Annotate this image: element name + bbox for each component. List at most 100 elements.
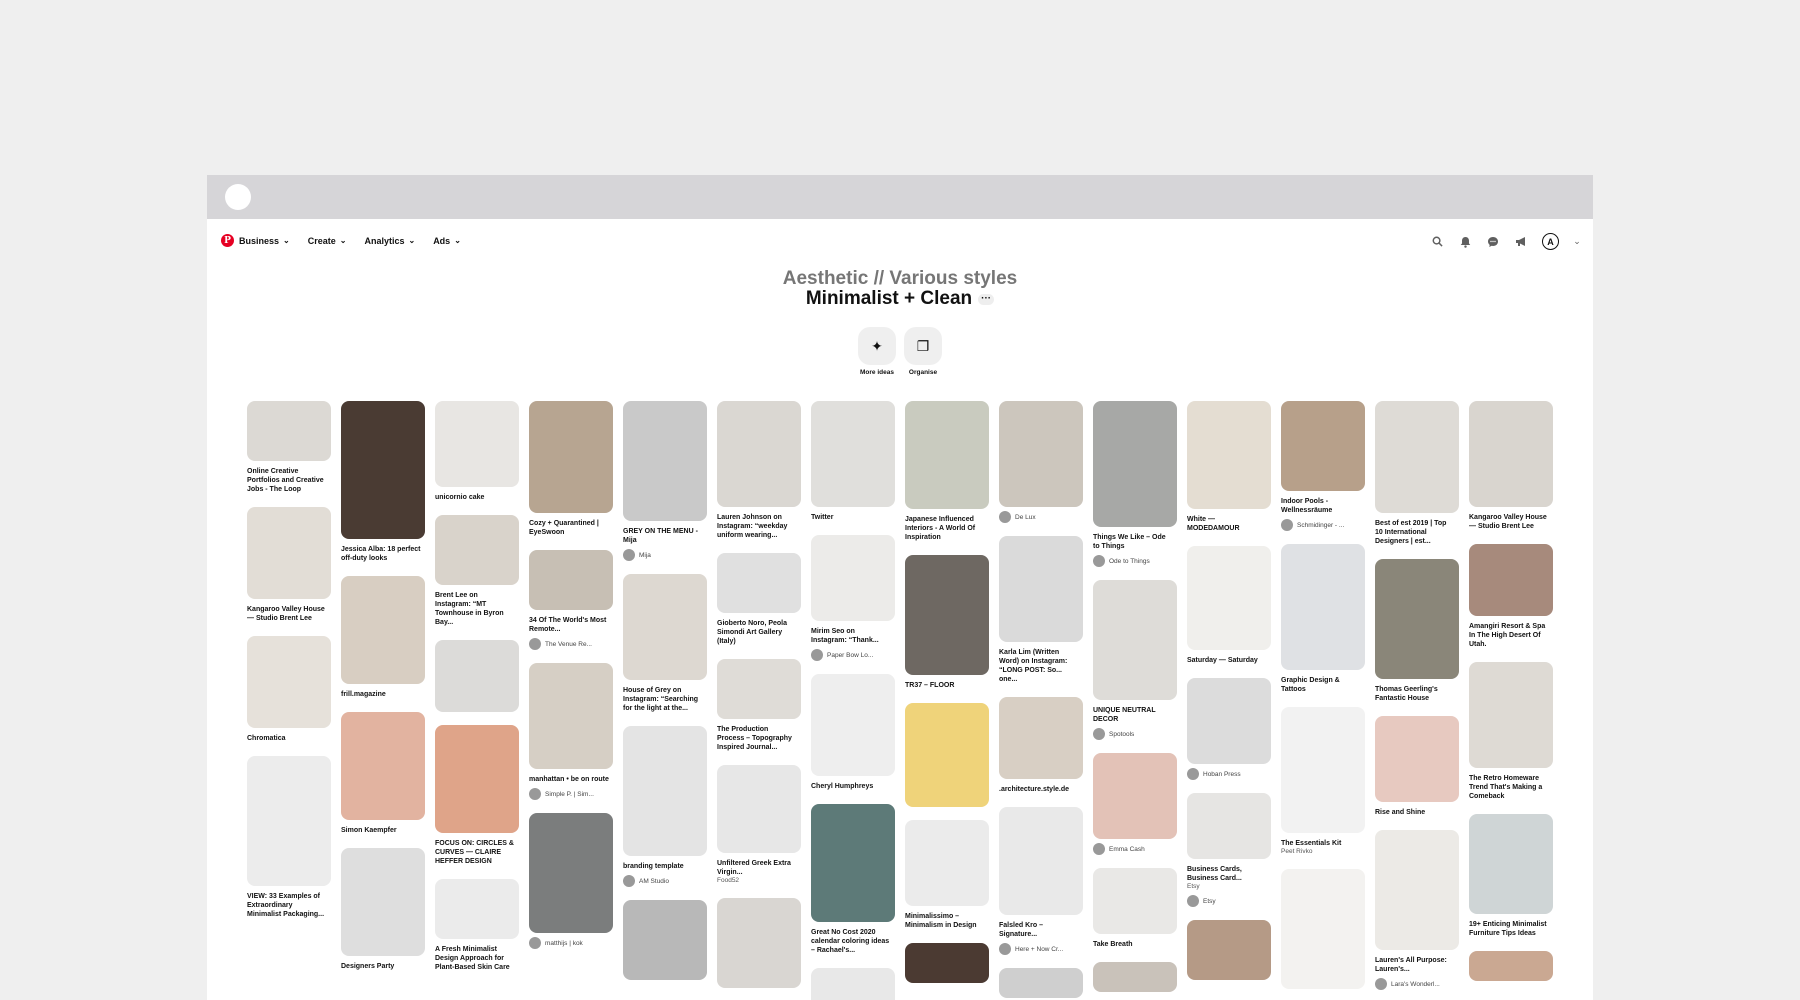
pin-card[interactable]: Best of est 2019 | Top 10 International … <box>1375 401 1459 546</box>
pin-card[interactable] <box>1093 962 1177 992</box>
pin-card[interactable]: White — MODEDAMOUR <box>1187 401 1271 533</box>
nav-create[interactable]: Create ⌄ <box>308 236 347 246</box>
pin-title[interactable]: Thomas Geerling's Fantastic House <box>1375 685 1459 703</box>
pin-image[interactable] <box>811 401 895 507</box>
pin-card[interactable]: Japanese Influenced Interiors - A World … <box>905 401 989 542</box>
pin-image[interactable] <box>1093 753 1177 839</box>
pin-card[interactable]: Designers Party <box>341 848 425 971</box>
pin-card[interactable]: Indoor Pools - Wellnessräume Schmidinger … <box>1281 401 1365 531</box>
organise-button[interactable]: ❐ Organise <box>903 327 943 376</box>
pin-title[interactable]: 34 Of The World's Most Remote... <box>529 616 613 634</box>
pin-title[interactable]: Things We Like – Ode to Things <box>1093 533 1177 551</box>
pin-card[interactable]: The Production Process – Topography Insp… <box>717 659 801 752</box>
pin-card[interactable]: Graphic Design & Tattoos <box>1281 544 1365 694</box>
pin-card[interactable]: unicornio cake <box>435 401 519 502</box>
pin-image[interactable] <box>247 636 331 728</box>
pin-title[interactable]: branding template <box>623 862 707 871</box>
pin-title[interactable]: VIEW: 33 Examples of Extraordinary Minim… <box>247 892 331 919</box>
pin-card[interactable]: Lauren's All Purpose: Lauren's... Lara's … <box>1375 830 1459 990</box>
pin-card[interactable]: Amangiri Resort & Spa In The High Desert… <box>1469 544 1553 649</box>
pin-image[interactable] <box>999 697 1083 779</box>
pin-card[interactable] <box>1469 951 1553 981</box>
pin-image[interactable] <box>1093 868 1177 934</box>
pin-card[interactable] <box>1187 920 1271 980</box>
pin-title[interactable]: Falsled Kro – Signature... <box>999 921 1083 939</box>
pin-image[interactable] <box>905 820 989 906</box>
pin-title[interactable]: Japanese Influenced Interiors - A World … <box>905 515 989 542</box>
pin-card[interactable]: Take Breath <box>1093 868 1177 949</box>
pin-title[interactable]: Brent Lee on Instagram: “MT Townhouse in… <box>435 591 519 627</box>
pin-card[interactable]: Emma Cash <box>1093 753 1177 855</box>
nav-business[interactable]: P Business ⌄ <box>221 234 290 247</box>
nav-analytics[interactable]: Analytics ⌄ <box>364 236 415 246</box>
pin-card[interactable]: The Retro Homeware Trend That's Making a… <box>1469 662 1553 801</box>
pin-card[interactable] <box>905 943 989 983</box>
pin-card[interactable]: Things We Like – Ode to Things Ode to Thi… <box>1093 401 1177 567</box>
pin-image[interactable] <box>435 401 519 487</box>
pin-card[interactable] <box>717 898 801 988</box>
pin-image[interactable] <box>435 515 519 585</box>
pin-card[interactable]: Cheryl Humphreys <box>811 674 895 791</box>
pin-image[interactable] <box>811 968 895 1000</box>
pin-title[interactable]: Minimalissimo – Minimalism in Design <box>905 912 989 930</box>
pin-image[interactable] <box>905 703 989 807</box>
pin-card[interactable]: The Essentials Kit Peet Rivko <box>1281 707 1365 856</box>
pin-image[interactable] <box>1093 962 1177 992</box>
pin-title[interactable]: Twitter <box>811 513 895 522</box>
pin-source[interactable]: AM Studio <box>623 875 707 887</box>
pin-title[interactable]: Kangaroo Valley House — Studio Brent Lee <box>247 605 331 623</box>
pin-card[interactable]: Hoban Press <box>1187 678 1271 780</box>
pin-title[interactable]: Lauren Johnson on Instagram: “weekday un… <box>717 513 801 540</box>
pin-image[interactable] <box>1281 869 1365 989</box>
pin-image[interactable] <box>905 555 989 675</box>
pin-source[interactable]: Lara's Wonderl... <box>1375 978 1459 990</box>
chat-icon[interactable] <box>1486 235 1500 249</box>
pin-image[interactable] <box>1187 401 1271 509</box>
search-icon[interactable] <box>1430 235 1444 249</box>
pin-card[interactable]: matthijs | kok <box>529 813 613 949</box>
window-control-button[interactable] <box>225 184 251 210</box>
pin-title[interactable]: Jessica Alba: 18 perfect off-duty looks <box>341 545 425 563</box>
pin-card[interactable]: Simon Kaempfer <box>341 712 425 835</box>
pin-image[interactable] <box>1281 401 1365 491</box>
pin-image[interactable] <box>811 804 895 922</box>
pin-image[interactable] <box>999 401 1083 507</box>
pin-source[interactable]: matthijs | kok <box>529 937 613 949</box>
pin-card[interactable]: Twitter <box>811 401 895 522</box>
pin-title[interactable]: Cozy + Quarantined | EyeSwoon <box>529 519 613 537</box>
pin-image[interactable] <box>1469 544 1553 616</box>
pin-title[interactable]: The Production Process – Topography Insp… <box>717 725 801 752</box>
pin-title[interactable]: TR37 – FLOOR <box>905 681 989 690</box>
pin-image[interactable] <box>529 663 613 769</box>
pin-card[interactable]: Minimalissimo – Minimalism in Design <box>905 820 989 930</box>
pin-source[interactable]: Hoban Press <box>1187 768 1271 780</box>
pin-image[interactable] <box>623 726 707 856</box>
pin-image[interactable] <box>341 576 425 684</box>
pin-title[interactable]: unicornio cake <box>435 493 519 502</box>
pin-image[interactable] <box>1187 920 1271 980</box>
pin-source[interactable]: Simple P. | Sim... <box>529 788 613 800</box>
pin-image[interactable] <box>341 401 425 539</box>
pin-card[interactable]: Unfiltered Greek Extra Virgin... Food52 <box>717 765 801 885</box>
pin-card[interactable]: Falsled Kro – Signature... Here + Now Cr.… <box>999 807 1083 955</box>
pin-image[interactable] <box>623 900 707 980</box>
pin-source[interactable]: Spotools <box>1093 728 1177 740</box>
bell-icon[interactable] <box>1458 235 1472 249</box>
pin-title[interactable]: FOCUS ON: CIRCLES & CURVES — CLAIRE HEFF… <box>435 839 519 866</box>
pin-image[interactable] <box>1281 707 1365 833</box>
more-ideas-button[interactable]: ✦ More ideas <box>857 327 897 376</box>
pin-title[interactable]: Gioberto Noro, Peola Simondi Art Gallery… <box>717 619 801 646</box>
pin-title[interactable]: Rise and Shine <box>1375 808 1459 817</box>
pin-title[interactable]: UNIQUE NEUTRAL DECOR <box>1093 706 1177 724</box>
pin-card[interactable]: De Lux <box>999 401 1083 523</box>
pin-image[interactable] <box>717 401 801 507</box>
pin-image[interactable] <box>1469 401 1553 507</box>
pin-image[interactable] <box>1469 662 1553 768</box>
pin-image[interactable] <box>905 943 989 983</box>
pin-card[interactable] <box>999 968 1083 998</box>
pin-title[interactable]: Mirim Seo on Instagram: “Thank... <box>811 627 895 645</box>
pin-card[interactable]: manhattan • be on route Simple P. | Sim..… <box>529 663 613 800</box>
pin-card[interactable]: Chromatica <box>247 636 331 743</box>
pin-image[interactable] <box>1375 716 1459 802</box>
pin-image[interactable] <box>999 807 1083 915</box>
